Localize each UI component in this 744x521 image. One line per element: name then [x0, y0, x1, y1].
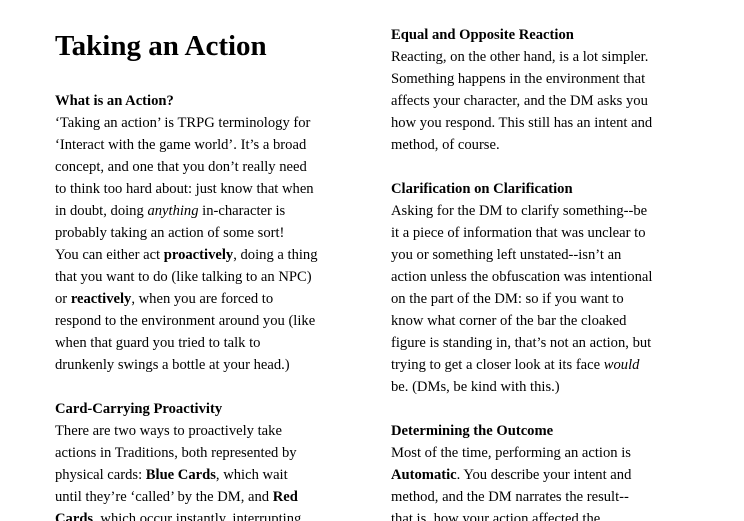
bold-term: Cards: [55, 511, 94, 521]
paragraph-line: in doubt, doing anything in-character is: [55, 203, 286, 219]
paragraph-line: or reactively, when you are forced to: [55, 291, 274, 307]
paragraph-line: ‘Interact with the game world’. It’s a b…: [55, 137, 307, 153]
section-heading: Clarification on Clarification: [391, 181, 573, 197]
paragraph-line: to think too hard about: just know that …: [55, 181, 314, 197]
paragraph-line: until they’re ‘called’ by the DM, and Re…: [55, 489, 298, 505]
paragraph-line: on the part of the DM: so if you want to: [391, 291, 624, 307]
paragraph-line: respond to the environment around you (l…: [55, 313, 316, 329]
paragraph-line: figure is standing in, that’s not an act…: [391, 335, 652, 351]
paragraph-line: Automatic. You describe your intent and: [391, 467, 632, 483]
paragraph-line: concept, and one that you don’t really n…: [55, 159, 307, 175]
paragraph-line: ‘Taking an action’ is TRPG terminology f…: [55, 115, 311, 131]
paragraph-line: when that guard you tried to talk to: [55, 335, 261, 351]
paragraph-line: that you want to do (like talking to an …: [55, 269, 312, 285]
bold-term: Blue Cards: [145, 467, 216, 483]
paragraph-line: method, of course.: [391, 137, 500, 153]
paragraph-line: trying to get a closer look at its face …: [391, 357, 640, 373]
paragraph-line: Most of the time, performing an action i…: [391, 445, 631, 461]
bold-term: proactively: [163, 247, 234, 263]
section-equal-and-opposite-reaction: Equal and Opposite Reaction Reacting, on…: [391, 24, 696, 156]
section-heading: Equal and Opposite Reaction: [391, 27, 574, 43]
document-page: Taking an Action What is an Action? ‘Tak…: [0, 0, 744, 521]
bold-term: Automatic: [391, 467, 457, 483]
section-heading: Card-Carrying Proactivity: [55, 401, 223, 417]
paragraph-line: Reacting, on the other hand, is a lot si…: [391, 49, 649, 65]
paragraph-line: Asking for the DM to clarify something--…: [391, 203, 648, 219]
paragraph-line: action unless the obfuscation was intent…: [391, 269, 653, 285]
paragraph-line: You can either act proactively, doing a …: [55, 247, 318, 263]
paragraph-line: how you respond. This still has an inten…: [391, 115, 653, 131]
emphasis-text: would: [603, 357, 640, 373]
section-what-is-an-action: What is an Action? ‘Taking an action’ is…: [55, 90, 355, 376]
paragraph-line: it a piece of information that was uncle…: [391, 225, 646, 241]
paragraph-line: Cards, which occur instantly, interrupti…: [55, 508, 355, 521]
bold-term: reactively: [70, 291, 132, 307]
paragraph-line: know what corner of the bar the cloaked: [391, 313, 627, 329]
paragraph-line: probably taking an action of some sort!: [55, 225, 285, 241]
paragraph-line: method, and the DM narrates the result--: [391, 489, 629, 505]
section-heading: What is an Action?: [55, 93, 174, 109]
section-card-carrying-proactivity: Card-Carrying Proactivity There are two …: [55, 398, 355, 521]
emphasis-text: anything: [147, 203, 199, 219]
paragraph-line: that is, how your action affected the: [391, 511, 601, 521]
page-title: Taking an Action: [55, 30, 267, 62]
paragraph-line: physical cards: Blue Cards, which wait: [55, 467, 288, 483]
section-determining-the-outcome: Determining the Outcome Most of the time…: [391, 420, 696, 521]
paragraph-line: drunkenly swings a bottle at your head.): [55, 357, 290, 373]
section-clarification-on-clarification: Clarification on Clarification Asking fo…: [391, 178, 696, 398]
paragraph-line: be. (DMs, be kind with this.): [391, 379, 560, 395]
paragraph-line: affects your character, and the DM asks …: [391, 93, 648, 109]
paragraph-line: actions in Traditions, both represented …: [55, 445, 297, 461]
paragraph-line: Something happens in the environment tha…: [391, 71, 646, 87]
section-heading: Determining the Outcome: [391, 423, 554, 439]
bold-term: Red: [272, 489, 298, 505]
paragraph-line: you or something left unstated--isn’t an: [391, 247, 622, 263]
paragraph-line: There are two ways to proactively take: [55, 423, 282, 439]
